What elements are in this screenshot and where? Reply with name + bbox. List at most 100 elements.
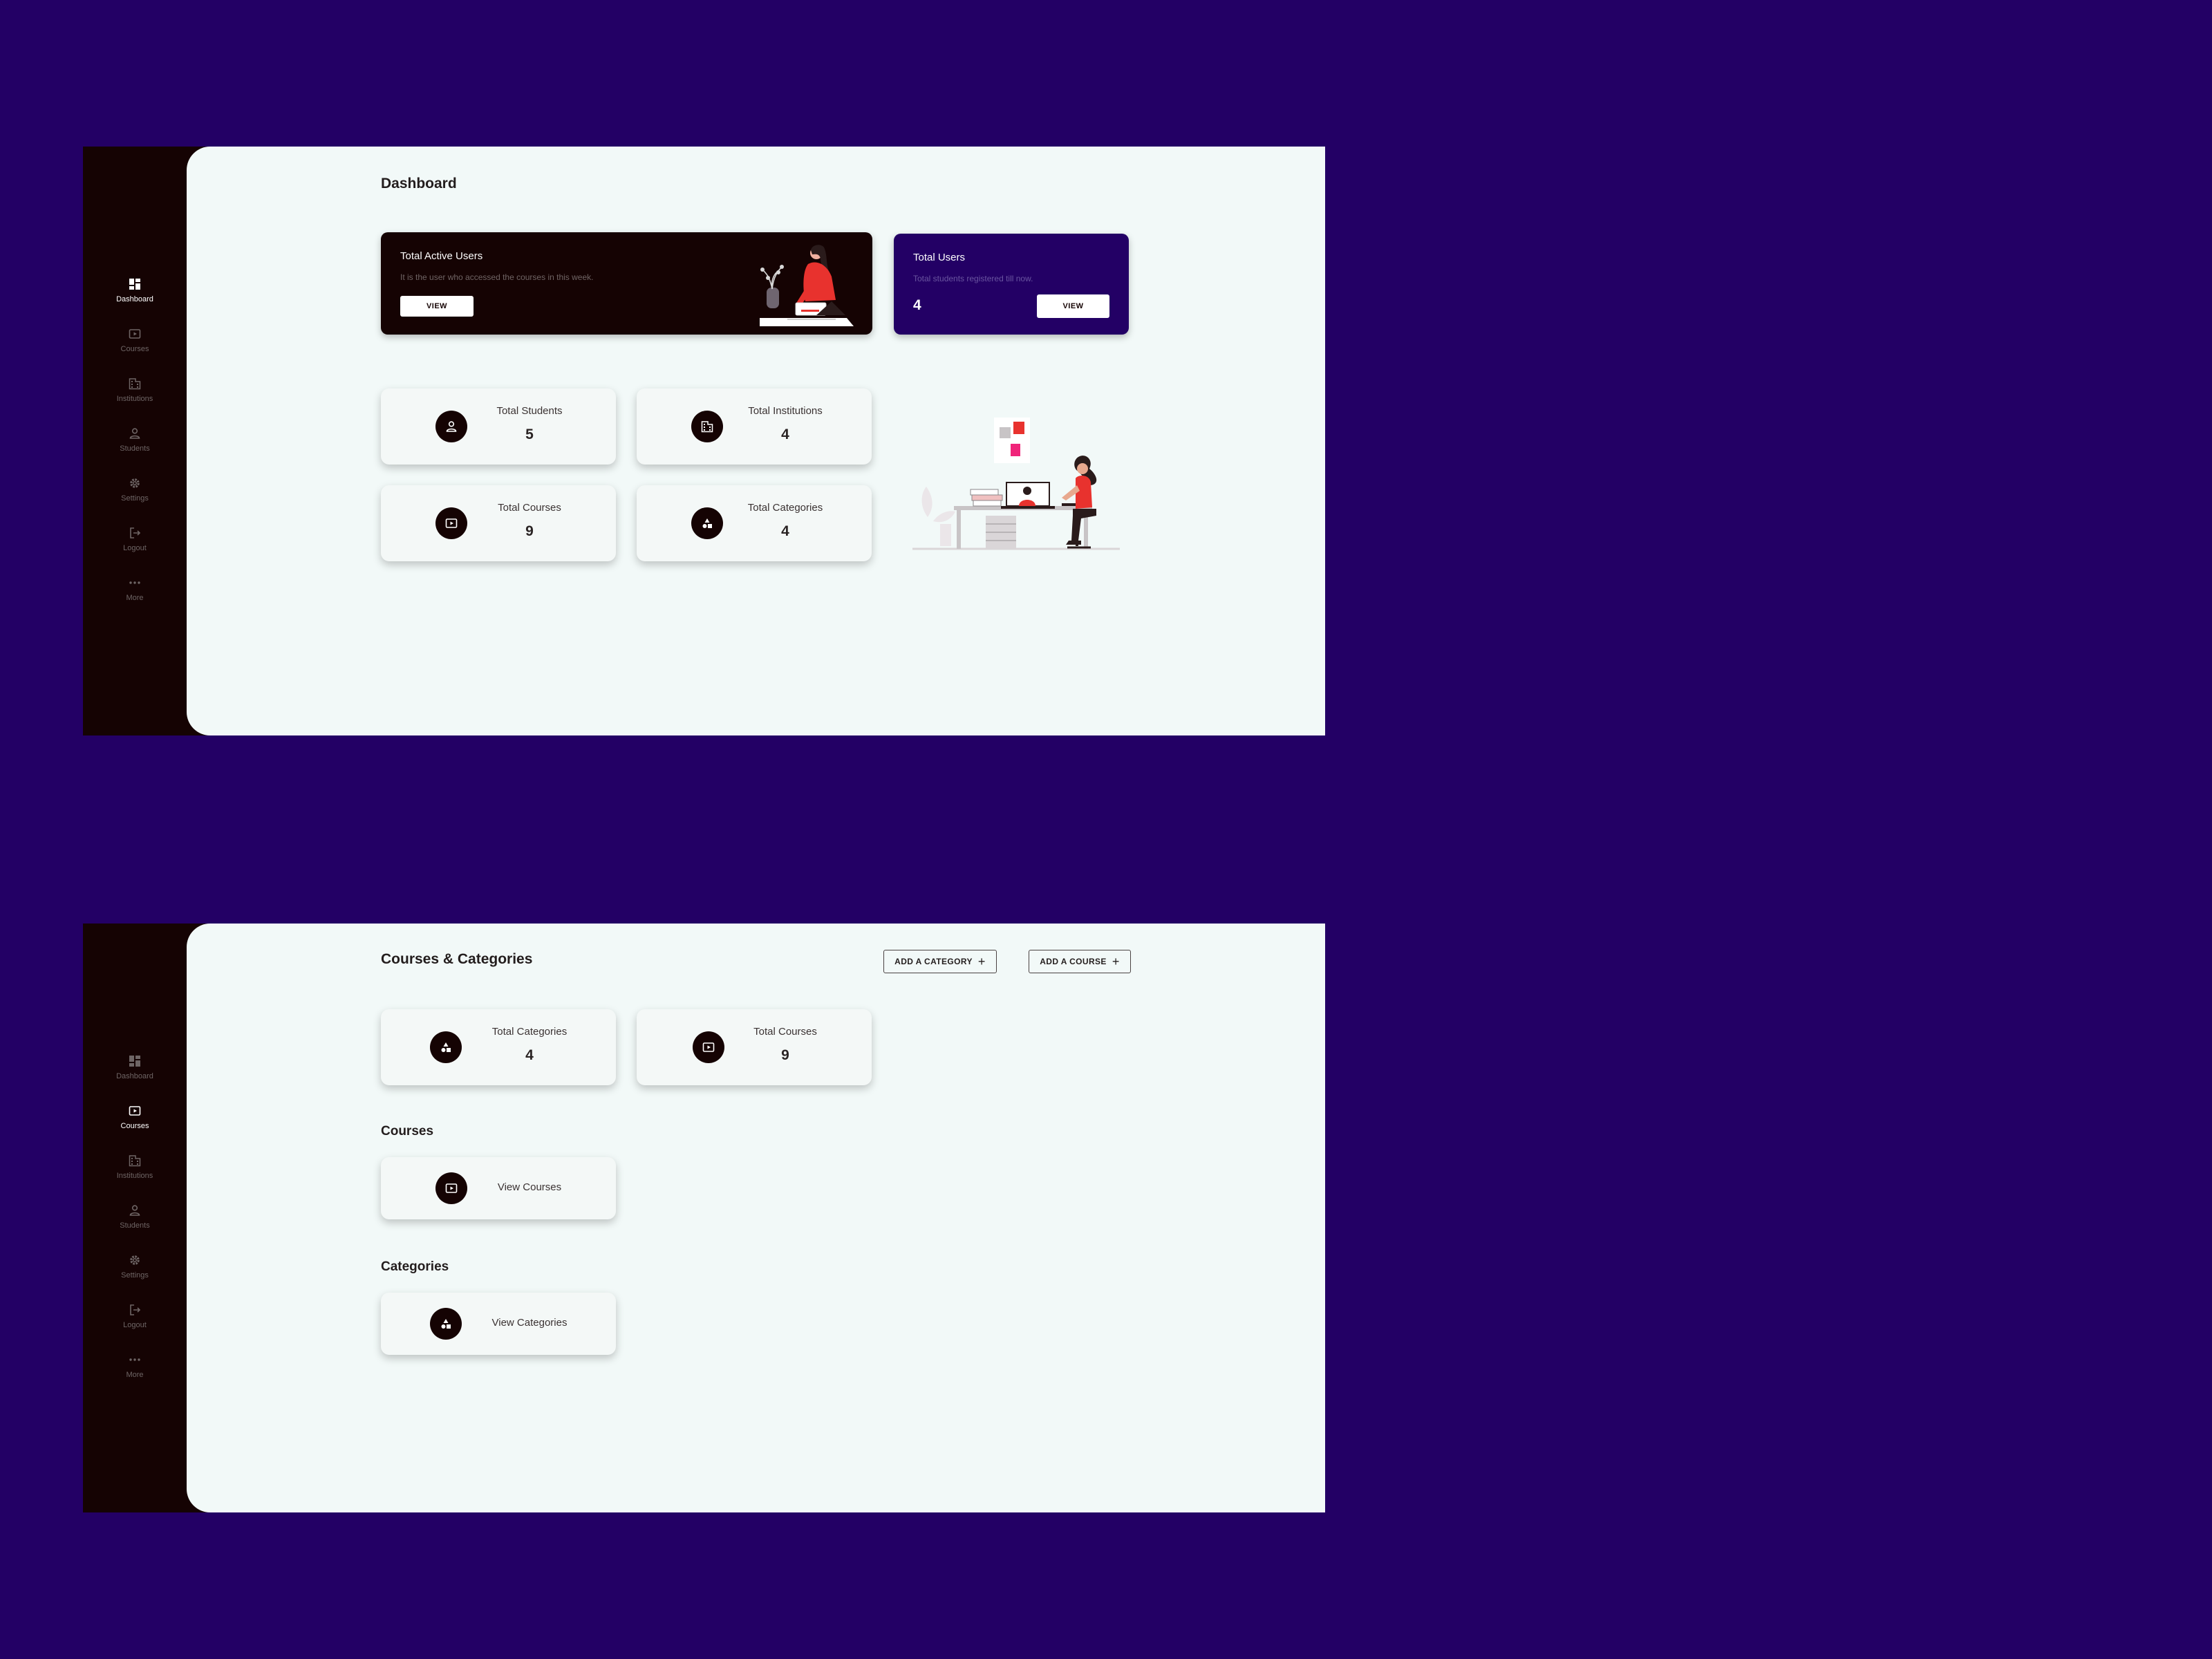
sidebar-nav: Dashboard Courses Institutions Students … [83,1042,187,1391]
shapes-icon [702,518,712,528]
add-category-button[interactable]: ADD A CATEGORY + [883,950,997,973]
sidebar-item-logout[interactable]: Logout [83,1291,187,1341]
stat-text: Total Categories 4 [727,502,844,540]
sidebar-item-label: More [126,594,144,602]
view-categories-icon-badge [430,1308,462,1340]
play-box-icon [129,329,141,339]
logout-icon [130,1304,141,1315]
total-courses-icon-badge [693,1031,724,1063]
shapes-icon [441,1319,451,1329]
play-box-icon [445,1183,458,1193]
view-categories-card[interactable]: View Categories [381,1293,616,1355]
view-courses-card[interactable]: View Courses [381,1157,616,1219]
stat-value: 4 [781,523,789,539]
play-box-icon [702,1042,715,1052]
total-users-title: Total Users [913,252,966,263]
courses-section-title: Courses [381,1124,434,1138]
more-dots-icon [129,1358,140,1361]
sidebar-item-settings[interactable]: Settings [83,1241,187,1291]
sidebar-item-students[interactable]: Students [83,1192,187,1241]
plus-icon: + [1112,955,1120,968]
active-users-view-button[interactable]: VIEW [400,296,474,317]
building-icon [129,1155,141,1167]
courses-screen: Dashboard Courses Institutions Students … [83,924,1325,1512]
active-users-title: Total Active Users [400,250,483,262]
total-students-icon-badge [435,411,467,442]
sidebar-item-institutions[interactable]: Institutions [83,365,187,415]
stat-label: Total Categories [747,502,823,514]
sidebar-item-institutions[interactable]: Institutions [83,1142,187,1192]
sidebar-item-label: Courses [120,345,149,353]
logout-icon [130,527,141,538]
sidebar-item-more[interactable]: More [83,564,187,614]
sidebar-item-students[interactable]: Students [83,415,187,465]
person-icon [446,421,457,432]
stat-label: Total Categories [491,1026,568,1038]
dashboard-icon [129,1056,140,1067]
add-course-button[interactable]: ADD A COURSE + [1029,950,1131,973]
active-users-subtitle: It is the user who accessed the courses … [400,272,594,282]
sidebar-item-label: Settings [121,1271,149,1280]
stat-value: 4 [525,1047,534,1063]
total-users-view-button[interactable]: VIEW [1037,294,1109,318]
sidebar-item-courses[interactable]: Courses [83,1092,187,1142]
sidebar-item-logout[interactable]: Logout [83,514,187,564]
total-categories-card: Total Categories 4 [381,1009,616,1085]
total-users-count: 4 [913,297,921,313]
more-dots-icon [129,581,140,584]
stat-label: Total Courses [498,502,561,514]
active-users-card: Total Active Users It is the user who ac… [381,232,872,335]
dashboard-screen: Dashboard Courses Institutions Students … [83,147,1325,735]
sidebar-item-dashboard[interactable]: Dashboard [83,1042,187,1092]
page-title: Dashboard [381,176,457,191]
play-box-icon [129,1106,141,1116]
stat-text: Total Students 5 [471,405,588,443]
page-title: Courses & Categories [381,951,533,967]
play-box-icon [445,518,458,528]
sidebar-item-label: Students [120,1221,150,1230]
view-categories-label: View Categories [491,1317,568,1329]
total-institutions-card: Total Institutions 4 [637,388,872,465]
sidebar-item-label: Institutions [116,1172,153,1180]
total-users-card: Total Users Total students registered ti… [894,234,1129,335]
gear-icon [130,478,140,488]
sidebar-item-label: Dashboard [116,1072,153,1080]
dashboard-icon [129,279,140,290]
total-users-subtitle: Total students registered till now. [913,274,1033,283]
add-category-label: ADD A CATEGORY [894,957,973,966]
stat-text: Total Categories 4 [471,1026,588,1064]
sidebar-nav: Dashboard Courses Institutions Students … [83,265,187,614]
total-categories-icon-badge [430,1031,462,1063]
sidebar-item-label: Dashboard [116,295,153,303]
total-courses-icon-badge [435,507,467,539]
sidebar-item-settings[interactable]: Settings [83,465,187,514]
workspace-illustration [912,418,1120,550]
stat-text: Total Courses 9 [471,502,588,540]
sidebar-item-more[interactable]: More [83,1341,187,1391]
sidebar-item-label: More [126,1371,144,1379]
plus-icon: + [977,955,986,968]
sidebar-item-label: Students [120,444,150,453]
woman-at-desk-illustration [760,245,854,326]
main-content: Courses & Categories ADD A CATEGORY + AD… [187,924,1325,1512]
building-icon [701,421,713,433]
view-courses-icon-badge [435,1172,467,1204]
person-icon [129,1205,140,1216]
sidebar-item-label: Logout [123,544,147,552]
stat-value: 5 [525,427,534,442]
total-institutions-icon-badge [691,411,723,442]
total-categories-card: Total Categories 4 [637,485,872,561]
add-course-label: ADD A COURSE [1040,957,1107,966]
stat-value: 9 [525,523,534,539]
gear-icon [130,1255,140,1265]
stat-value: 9 [781,1047,789,1063]
categories-section-title: Categories [381,1259,449,1274]
building-icon [129,378,141,390]
sidebar-item-dashboard[interactable]: Dashboard [83,265,187,315]
sidebar-item-courses[interactable]: Courses [83,315,187,365]
sidebar-item-label: Settings [121,494,149,503]
sidebar-item-label: Courses [120,1122,149,1130]
stat-label: Total Courses [753,1026,817,1038]
stat-text: Total Courses 9 [727,1026,844,1064]
stat-label: Total Institutions [748,405,823,417]
